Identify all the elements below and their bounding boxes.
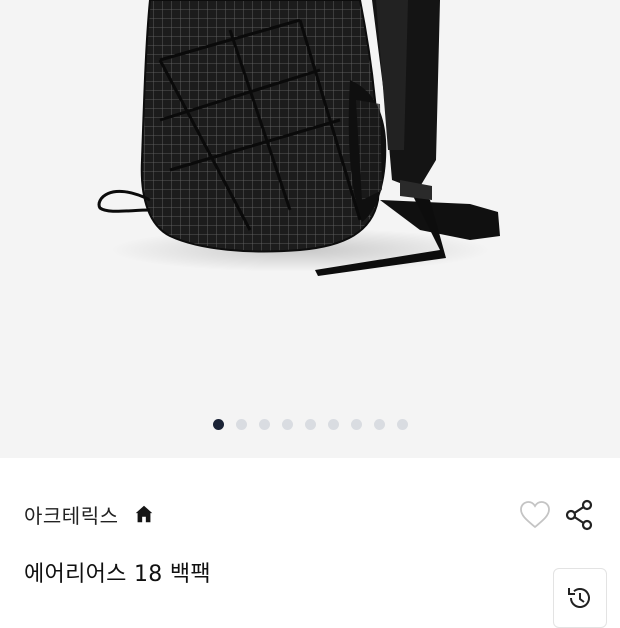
backpack-product-image	[97, 0, 500, 276]
brand-row: 아크테릭스	[24, 496, 155, 532]
gallery-dot[interactable]	[304, 419, 316, 430]
gallery-pagination	[0, 419, 620, 431]
gallery-dot[interactable]	[373, 419, 385, 430]
gallery-dot[interactable]	[327, 419, 339, 430]
gallery-dot[interactable]	[212, 419, 224, 430]
gallery-dot[interactable]	[396, 419, 408, 430]
heart-icon[interactable]	[518, 498, 552, 532]
brand-name-link[interactable]: 아크테릭스	[24, 500, 119, 529]
gallery-dot[interactable]	[235, 419, 247, 430]
home-icon[interactable]	[133, 503, 155, 525]
gallery-dot[interactable]	[281, 419, 293, 430]
recent-history-button[interactable]	[553, 568, 607, 628]
share-icon[interactable]	[564, 498, 596, 532]
gallery-dot[interactable]	[258, 419, 270, 430]
gallery-dot[interactable]	[350, 419, 362, 430]
product-image-gallery[interactable]	[0, 0, 620, 458]
product-title: 에어리어스 18 백팩	[24, 562, 211, 587]
history-icon	[568, 588, 590, 608]
